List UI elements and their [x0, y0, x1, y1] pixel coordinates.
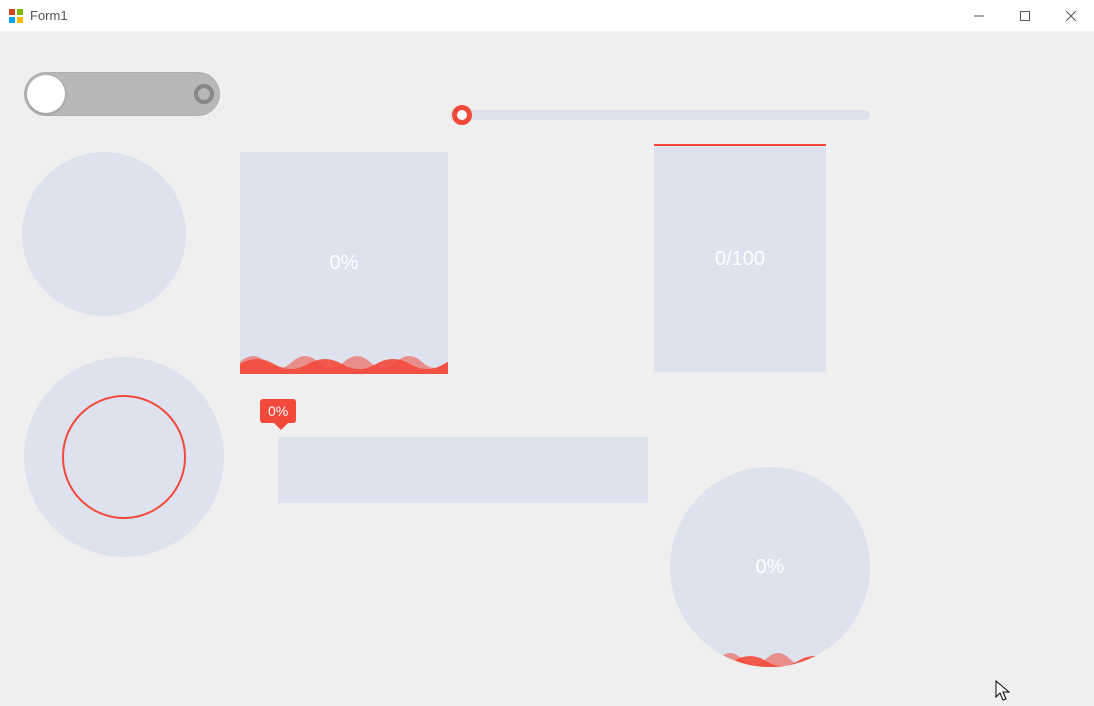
progress-bar-tooltip-label: 0%	[268, 403, 288, 419]
window-controls	[956, 0, 1094, 31]
minimize-button[interactable]	[956, 0, 1002, 31]
wave-icon	[670, 645, 870, 667]
wave-progress-circle: 0%	[670, 467, 870, 667]
progress-bar-tooltip: 0%	[260, 399, 296, 423]
ring-gauge-indicator	[62, 395, 186, 519]
slider[interactable]	[450, 105, 870, 125]
toggle-track	[24, 72, 220, 116]
progress-bar-track	[278, 437, 648, 503]
toggle-thumb	[27, 75, 65, 113]
wave-progress-circle-label: 0%	[670, 467, 870, 667]
maximize-button[interactable]	[1002, 0, 1048, 31]
cursor-icon	[995, 680, 1011, 702]
slider-thumb[interactable]	[452, 105, 472, 125]
wave-progress-box: 0%	[240, 152, 448, 374]
ring-gauge	[24, 357, 224, 557]
toggle-end-indicator-icon	[194, 84, 214, 104]
window-title: Form1	[30, 8, 956, 23]
wave-progress-box-fraction: 0/100	[654, 144, 826, 372]
progress-bar: 0%	[256, 399, 656, 503]
wave-progress-box-label: 0%	[240, 152, 448, 374]
slider-track	[450, 110, 870, 120]
app-icon	[8, 8, 24, 24]
circular-gauge-plain	[22, 152, 186, 316]
wave-progress-fraction-label: 0/100	[654, 146, 826, 372]
client-area: 0% 0/100 0% 0%	[0, 32, 1094, 706]
toggle-switch[interactable]	[24, 72, 220, 116]
close-button[interactable]	[1048, 0, 1094, 31]
titlebar: Form1	[0, 0, 1094, 32]
wave-icon	[240, 348, 448, 374]
